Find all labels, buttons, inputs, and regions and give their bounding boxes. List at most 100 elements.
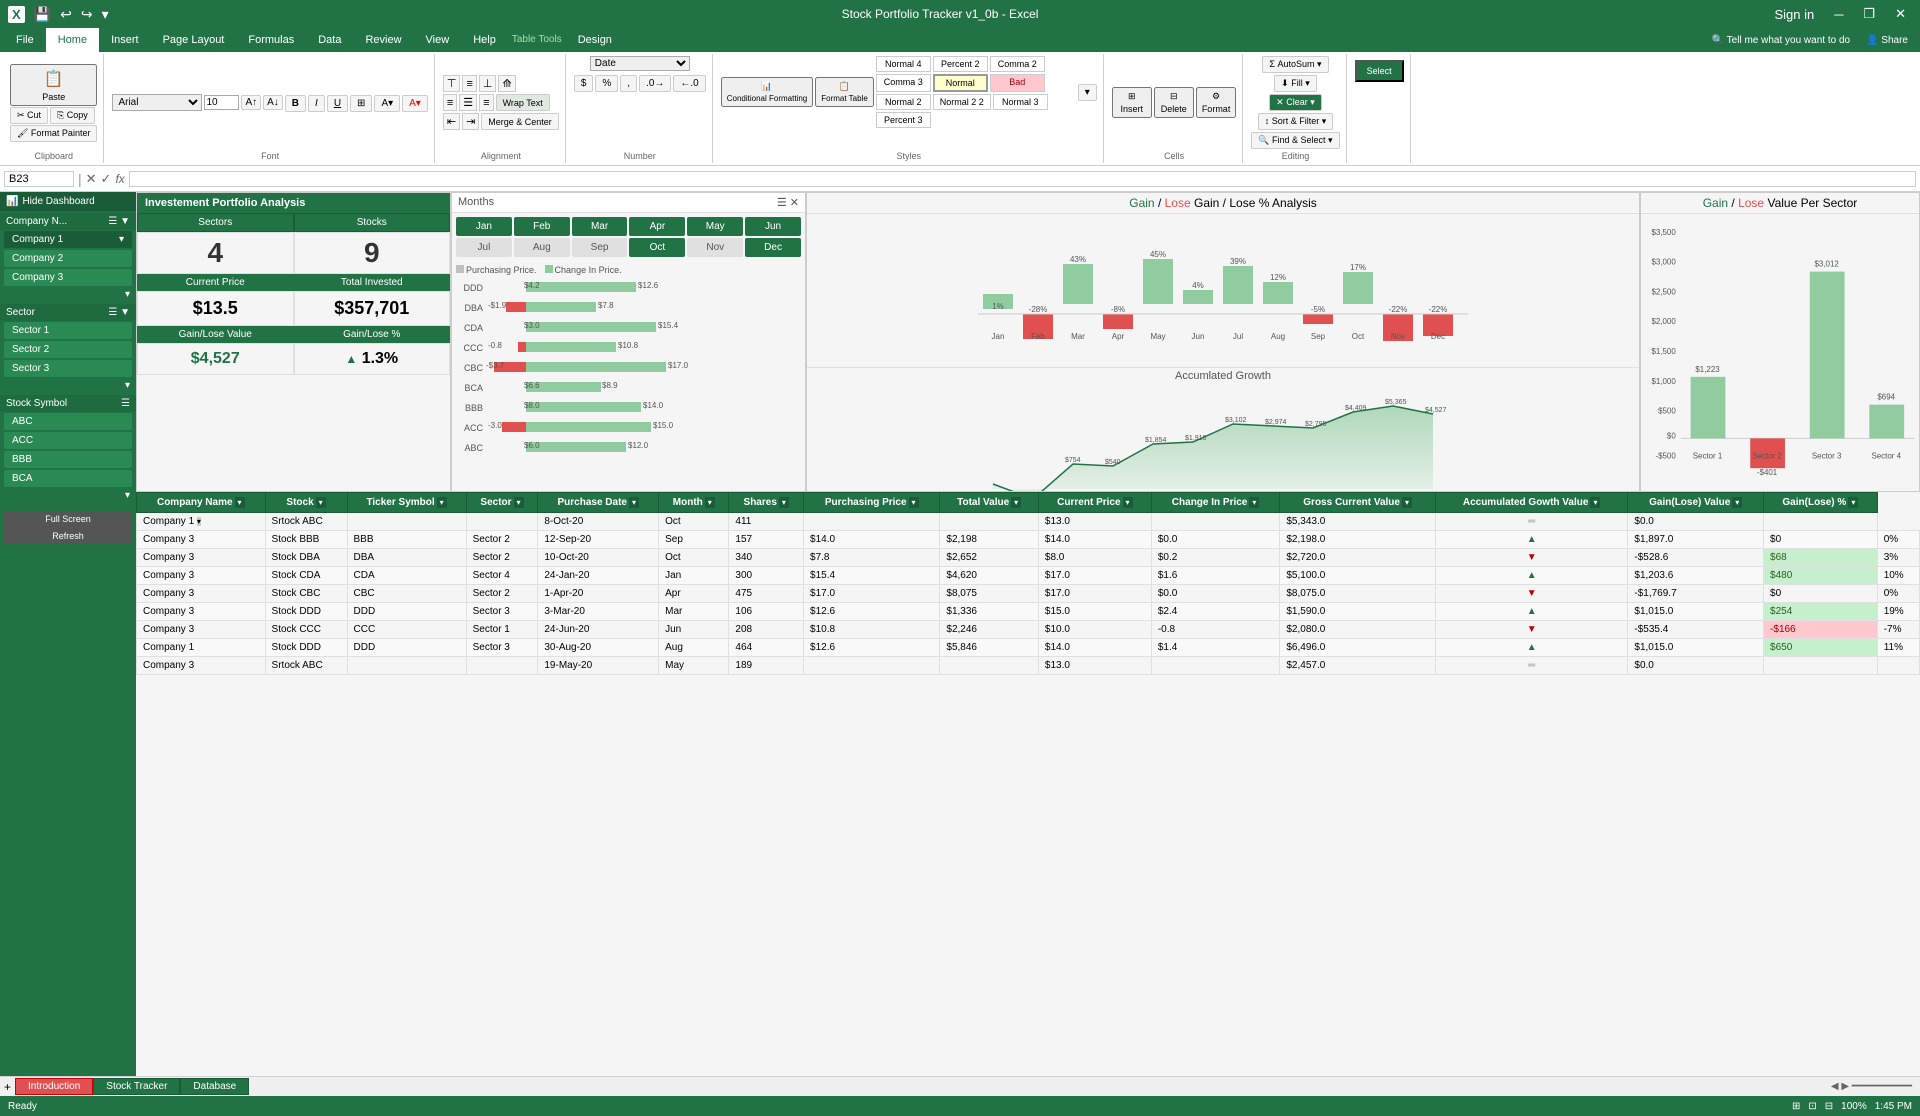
month-apr[interactable]: Apr [629, 217, 685, 236]
format-button[interactable]: ⚙ Format [1196, 87, 1237, 118]
tab-design[interactable]: Design [566, 28, 624, 52]
tell-me-button[interactable]: 🔍 Tell me what you want to do [1704, 28, 1858, 52]
sector-filter[interactable]: ▾ [514, 497, 524, 508]
company-scroll-down-icon[interactable]: ▾ [0, 287, 136, 302]
month-sep[interactable]: Sep [572, 238, 628, 257]
month-mar[interactable]: Mar [572, 217, 628, 236]
find-select-button[interactable]: 🔍 Find & Select ▾ [1251, 132, 1339, 149]
text-angle-button[interactable]: ⟰ [498, 75, 515, 92]
gain-lose-value-filter[interactable]: ▾ [1732, 497, 1742, 508]
styles-scroll-button[interactable]: ▾ [1078, 84, 1097, 101]
current-price-filter[interactable]: ▾ [1123, 497, 1133, 508]
sheet-tab-introduction[interactable]: Introduction [15, 1078, 93, 1095]
style-comma-3[interactable]: Comma 3 [876, 74, 931, 92]
align-top-button[interactable]: ⊤ [443, 75, 461, 92]
zoom-layout-icon[interactable]: ⊡ [1808, 1101, 1816, 1112]
increase-font-button[interactable]: A↑ [241, 95, 261, 110]
format-painter-button[interactable]: 🖌 Format Painter [10, 125, 97, 142]
underline-button[interactable]: U [327, 95, 348, 112]
sidebar-item-sector2[interactable]: Sector 2 [4, 341, 132, 358]
company-name-filter[interactable]: ▾ [235, 497, 245, 508]
add-sheet-button[interactable]: + [0, 1080, 15, 1094]
style-comma-2[interactable]: Comma 2 [990, 56, 1045, 72]
font-color-button[interactable]: A▾ [402, 95, 428, 112]
purchase-date-filter[interactable]: ▾ [629, 497, 639, 508]
sector-scroll-down-icon[interactable]: ▾ [0, 378, 136, 393]
sidebar-item-bca[interactable]: BCA [4, 470, 132, 487]
increase-decimal-button[interactable]: .0→ [639, 75, 671, 92]
sidebar-item-company1[interactable]: Company 1 ▾ [4, 231, 132, 248]
format-table-button[interactable]: 📋 Format Table [815, 77, 874, 107]
paste-button[interactable]: 📋 Paste [10, 64, 97, 106]
style-normal-3[interactable]: Normal 3 [993, 94, 1048, 110]
font-size-input[interactable] [204, 95, 239, 110]
quick-access-toolbar[interactable]: 💾 ↩ ↪ ▾ [31, 5, 112, 24]
save-button[interactable]: 💾 [31, 5, 54, 24]
align-middle-button[interactable]: ≡ [462, 75, 476, 92]
decrease-indent-button[interactable]: ⇤ [443, 113, 460, 130]
sidebar-item-abc[interactable]: ABC [4, 413, 132, 430]
tab-data[interactable]: Data [306, 28, 353, 52]
tab-review[interactable]: Review [353, 28, 413, 52]
clear-button[interactable]: ✕ Clear ▾ [1269, 94, 1322, 111]
sign-in-button[interactable]: Sign in [1768, 5, 1820, 24]
comma-button[interactable]: , [620, 75, 637, 92]
formula-input[interactable]: Company 1 [129, 171, 1916, 187]
currency-button[interactable]: $ [574, 75, 594, 92]
copy-button[interactable]: ⎘ Copy [50, 107, 95, 124]
tab-help[interactable]: Help [461, 28, 508, 52]
total-value-filter[interactable]: ▾ [1011, 497, 1021, 508]
horizontal-scrollbar[interactable]: ◀ ▶ ━━━━━━━━━━ [1823, 1081, 1920, 1092]
month-nov[interactable]: Nov [687, 238, 743, 257]
sheet-tab-tracker[interactable]: Stock Tracker [93, 1078, 180, 1095]
tab-view[interactable]: View [414, 28, 462, 52]
sector-filter-icons[interactable]: ☰ ▼ [108, 307, 130, 318]
fill-button[interactable]: ⬇ Fill ▾ [1274, 75, 1317, 92]
insert-button[interactable]: ⊞ Insert [1112, 87, 1152, 118]
wrap-text-button[interactable]: Wrap Text [496, 94, 550, 111]
month-jun[interactable]: Jun [745, 217, 801, 236]
font-name-select[interactable]: Arial [112, 94, 202, 111]
tab-insert[interactable]: Insert [99, 28, 151, 52]
change-in-price-filter[interactable]: ▾ [1249, 497, 1259, 508]
restore-button[interactable]: ❐ [1857, 4, 1881, 24]
sidebar-item-company2[interactable]: Company 2 [4, 250, 132, 267]
tab-formulas[interactable]: Formulas [236, 28, 306, 52]
cell-reference-input[interactable] [4, 171, 74, 187]
full-screen-button[interactable]: Full Screen [4, 511, 132, 527]
style-normal-4[interactable]: Normal 4 [876, 56, 931, 72]
number-format-select[interactable]: Date General Number Currency Percentage [590, 56, 690, 71]
close-button[interactable]: ✕ [1889, 4, 1912, 24]
bold-button[interactable]: B [285, 95, 306, 112]
style-bad[interactable]: Bad [990, 74, 1045, 92]
sheet-tab-database[interactable]: Database [180, 1078, 249, 1095]
tab-home[interactable]: Home [46, 28, 99, 52]
increase-indent-button[interactable]: ⇥ [462, 113, 479, 130]
month-oct[interactable]: Oct [629, 238, 685, 257]
sort-filter-button[interactable]: ↕ Sort & Filter ▾ [1258, 113, 1334, 130]
cut-button[interactable]: ✂ Cut [10, 107, 48, 124]
sidebar-item-company3[interactable]: Company 3 [4, 269, 132, 286]
conditional-formatting-button[interactable]: 📊 Conditional Formatting [721, 77, 813, 107]
month-jul[interactable]: Jul [456, 238, 512, 257]
zoom-page-icon[interactable]: ⊟ [1825, 1101, 1833, 1112]
purchasing-price-filter[interactable]: ▾ [909, 497, 919, 508]
decrease-font-button[interactable]: A↓ [263, 95, 283, 110]
style-percent-2[interactable]: Percent 2 [933, 56, 988, 72]
hide-dashboard-button[interactable]: 📊 Hide Dashboard [0, 192, 136, 211]
style-normal-selected[interactable]: Normal [933, 74, 988, 92]
accumulated-growth-filter[interactable]: ▾ [1590, 497, 1600, 508]
month-feb[interactable]: Feb [514, 217, 570, 236]
gross-current-value-filter[interactable]: ▾ [1402, 497, 1412, 508]
share-button[interactable]: 👤 Share [1858, 28, 1916, 52]
function-icon[interactable]: fx [115, 172, 124, 186]
select-button[interactable]: Select [1355, 60, 1404, 82]
align-bottom-button[interactable]: ⊥ [479, 75, 497, 92]
tab-page-layout[interactable]: Page Layout [151, 28, 237, 52]
cancel-formula-icon[interactable]: ✕ [86, 171, 97, 187]
align-center-button[interactable]: ☰ [459, 94, 477, 111]
shares-filter[interactable]: ▾ [779, 497, 789, 508]
refresh-button[interactable]: Refresh [4, 528, 132, 544]
style-normal-22[interactable]: Normal 2 2 [933, 94, 991, 110]
border-button[interactable]: ⊞ [350, 95, 372, 112]
